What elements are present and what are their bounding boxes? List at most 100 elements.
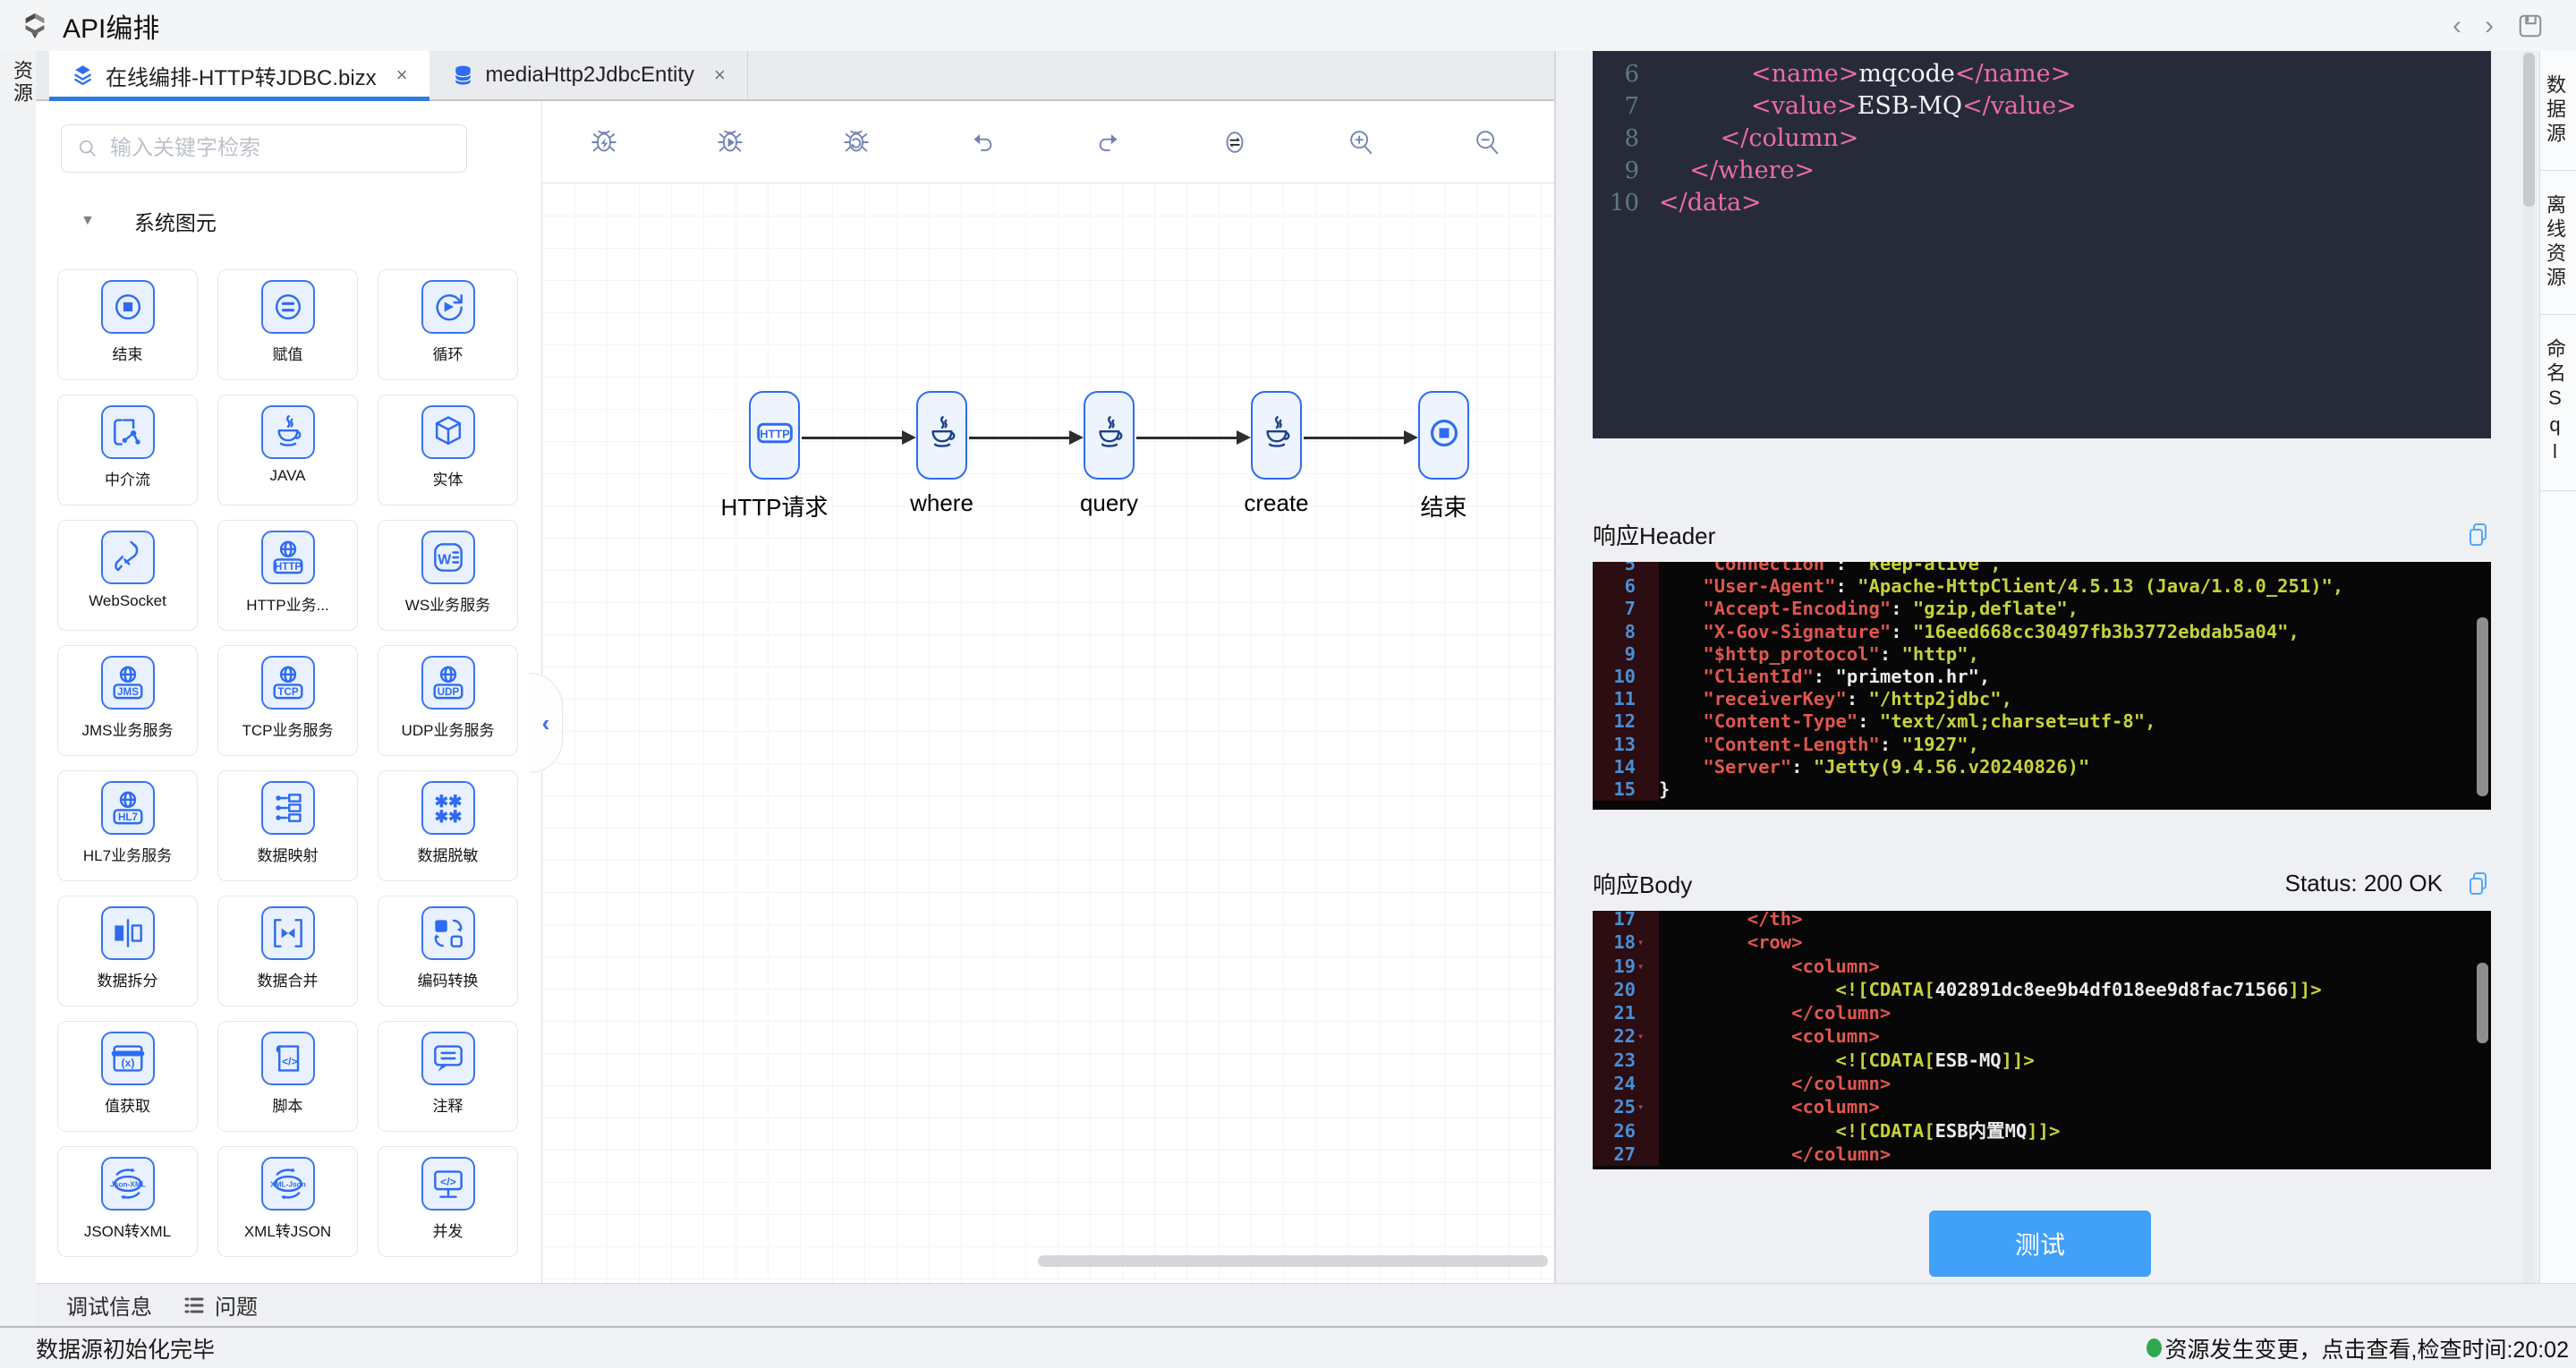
tab-issues[interactable]: 问题: [183, 1289, 258, 1321]
canvas-grid[interactable]: HTTP HTTP请求 where query create 结束: [542, 183, 1554, 1283]
javanode-icon: [1257, 413, 1297, 457]
toolbar-bug-refresh-button[interactable]: [841, 127, 871, 157]
svg-text:✱✱: ✱✱: [434, 807, 462, 826]
code-line: 8▾ </column>: [1624, 124, 1859, 152]
toolbar-swap-button[interactable]: [1220, 127, 1250, 157]
palette-item-websocket[interactable]: WebSocket: [57, 520, 198, 631]
header-viewer-scrollbar[interactable]: [2477, 617, 2488, 796]
palette-item-mask[interactable]: ✱✱ ✱✱ 数据脱敏: [378, 770, 518, 881]
copy-icon[interactable]: [2466, 522, 2491, 547]
mask-icon: ✱✱ ✱✱: [421, 781, 475, 835]
palette-item-http[interactable]: HTTP HTTP业务...: [217, 520, 358, 631]
palette-item-label: JMS业务服务: [81, 722, 174, 739]
canvas-horizontal-scrollbar[interactable]: [1038, 1255, 1548, 1267]
palette-item-xml2json[interactable]: XML-Json XML转JSON: [217, 1146, 358, 1257]
response-header-title: 响应Header: [1593, 522, 1716, 549]
code-line: 25 ▾ <column>: [1593, 1095, 2491, 1119]
palette-item-loop[interactable]: 循环: [378, 269, 518, 380]
toolbar-zoom-out-button[interactable]: [1472, 127, 1502, 157]
flow-arrow: [800, 430, 916, 445]
palette-item-hl7[interactable]: HL7 HL7业务服务: [57, 770, 198, 881]
test-button[interactable]: 测试: [1929, 1211, 2151, 1277]
section-title: 系统图元: [133, 211, 217, 234]
response-body-viewer[interactable]: 17▾ </th> 18▾ <row> 19▾ <column>: [1593, 911, 2491, 1169]
flow-node-label: HTTP请求: [720, 494, 829, 521]
flow-node-2[interactable]: [1084, 391, 1135, 480]
page-title: API编排: [63, 13, 160, 44]
search-box[interactable]: [61, 124, 467, 173]
palette-item-split[interactable]: 数据拆分: [57, 896, 198, 1007]
palette-item-label: 数据脱敏: [417, 847, 479, 864]
nav-forward-icon[interactable]: ›: [2485, 12, 2494, 39]
palette-item-tcp[interactable]: TCP TCP业务服务: [217, 645, 358, 756]
section-header-system-elements[interactable]: ▼ 系统图元: [36, 201, 541, 241]
palette-item-comment[interactable]: 注释: [378, 1021, 518, 1132]
palette-item-mediator[interactable]: 中介流: [57, 395, 198, 506]
flow-node-1[interactable]: [916, 391, 967, 480]
body-viewer-scrollbar[interactable]: [2477, 963, 2488, 1043]
svg-text:Json-XML: Json-XML: [110, 1180, 146, 1189]
toolbar-bug-play-button[interactable]: [715, 127, 745, 157]
flow-node-3[interactable]: [1251, 391, 1302, 480]
palette-item-jms[interactable]: JMS JMS业务服务: [57, 645, 198, 756]
toolbar-redo-button[interactable]: [1093, 127, 1124, 157]
response-header-viewer[interactable]: 5▾ "Connection": "keep-alive", 6▾ "User-…: [1593, 562, 2491, 810]
palette-item-end[interactable]: 结束: [57, 269, 198, 380]
toolbar-undo-button[interactable]: [967, 127, 998, 157]
test-result-panel: 6▾ <name>mqcode</name> 7▾ <value>ESB-MQ<…: [1554, 51, 2539, 1283]
merge-icon: [260, 906, 315, 960]
palette-item-label: 中介流: [105, 472, 150, 489]
flow-node-0[interactable]: HTTP: [749, 391, 800, 480]
palette-item-mapping[interactable]: 数据映射: [217, 770, 358, 881]
palette-item-ws[interactable]: W WS业务服务: [378, 520, 518, 631]
palette-item-label: JAVA: [269, 467, 306, 484]
toolbar-zoom-in-button[interactable]: [1346, 127, 1376, 157]
palette-item-merge[interactable]: 数据合并: [217, 896, 358, 1007]
tab-debug-info[interactable]: 调试信息: [66, 1289, 152, 1321]
palette-item-entity[interactable]: 实体: [378, 395, 518, 506]
right-rail-tab-1[interactable]: 离线资源: [2540, 171, 2576, 315]
request-xml-editor[interactable]: 6▾ <name>mqcode</name> 7▾ <value>ESB-MQ<…: [1593, 51, 2491, 438]
palette-item-script[interactable]: </> 脚本: [217, 1021, 358, 1132]
tab-0[interactable]: 在线编排-HTTP转JDBC.bizx ×: [49, 51, 429, 101]
palette-item-java[interactable]: JAVA: [217, 395, 358, 506]
tab-1[interactable]: mediaHttp2JdbcEntity ×: [429, 51, 748, 99]
search-input[interactable]: [108, 135, 466, 162]
undo-icon: [967, 133, 998, 161]
save-icon[interactable]: [2517, 13, 2544, 39]
concurrent-icon: </>: [421, 1157, 475, 1211]
code-line: 19 ▾ <column>: [1593, 954, 2491, 978]
code-line: 15▾ }: [1593, 778, 2491, 802]
flow-node-4[interactable]: [1418, 391, 1469, 480]
right-rail-tab-0[interactable]: 数据源: [2540, 51, 2576, 171]
right-rail: 数据源 离线资源 命名Sql: [2539, 51, 2576, 1283]
palette-item-encode[interactable]: 编码转换: [378, 896, 518, 1007]
http-icon: HTTP: [260, 531, 315, 584]
close-icon[interactable]: ×: [714, 64, 726, 87]
palette-item-label: 结束: [112, 346, 143, 363]
status-dot: [2146, 1338, 2162, 1357]
palette-item-label: 注释: [432, 1098, 463, 1115]
chevron-down-icon[interactable]: ▼: [81, 213, 95, 229]
resource-change-notice[interactable]: 资源发生变更，点击查看,检查时间:20:02: [2146, 1332, 2569, 1364]
right-rail-tab-2[interactable]: 命名Sql: [2540, 315, 2576, 491]
flow-canvas[interactable]: HTTP HTTP请求 where query create 结束: [542, 101, 1554, 1283]
palette-item-json2xml[interactable]: Json-XML JSON转XML: [57, 1146, 198, 1257]
nav-back-icon[interactable]: ‹: [2453, 12, 2461, 39]
httpnode-icon: HTTP: [755, 413, 795, 457]
panel-scrollbar[interactable]: [2523, 51, 2535, 1283]
palette-item-getvalue[interactable]: (x) 值获取: [57, 1021, 198, 1132]
getvalue-icon: (x): [100, 1032, 155, 1085]
left-rail-tab-resources[interactable]: 资源: [7, 60, 36, 105]
palette-item-concurrent[interactable]: </> 并发: [378, 1146, 518, 1257]
palette-item-label: 值获取: [105, 1098, 150, 1115]
palette-item-udp[interactable]: UDP UDP业务服务: [378, 645, 518, 756]
copy-icon[interactable]: [2466, 871, 2491, 896]
toolbar-bug-lightning-button[interactable]: [589, 127, 619, 157]
palette-item-assign[interactable]: 赋值: [217, 269, 358, 380]
java-icon: [260, 405, 315, 459]
entity-icon: [421, 405, 475, 459]
code-line: 13▾ "Content-Length": "1927",: [1593, 733, 2491, 756]
close-icon[interactable]: ×: [396, 64, 408, 87]
svg-text:TCP: TCP: [277, 686, 298, 698]
